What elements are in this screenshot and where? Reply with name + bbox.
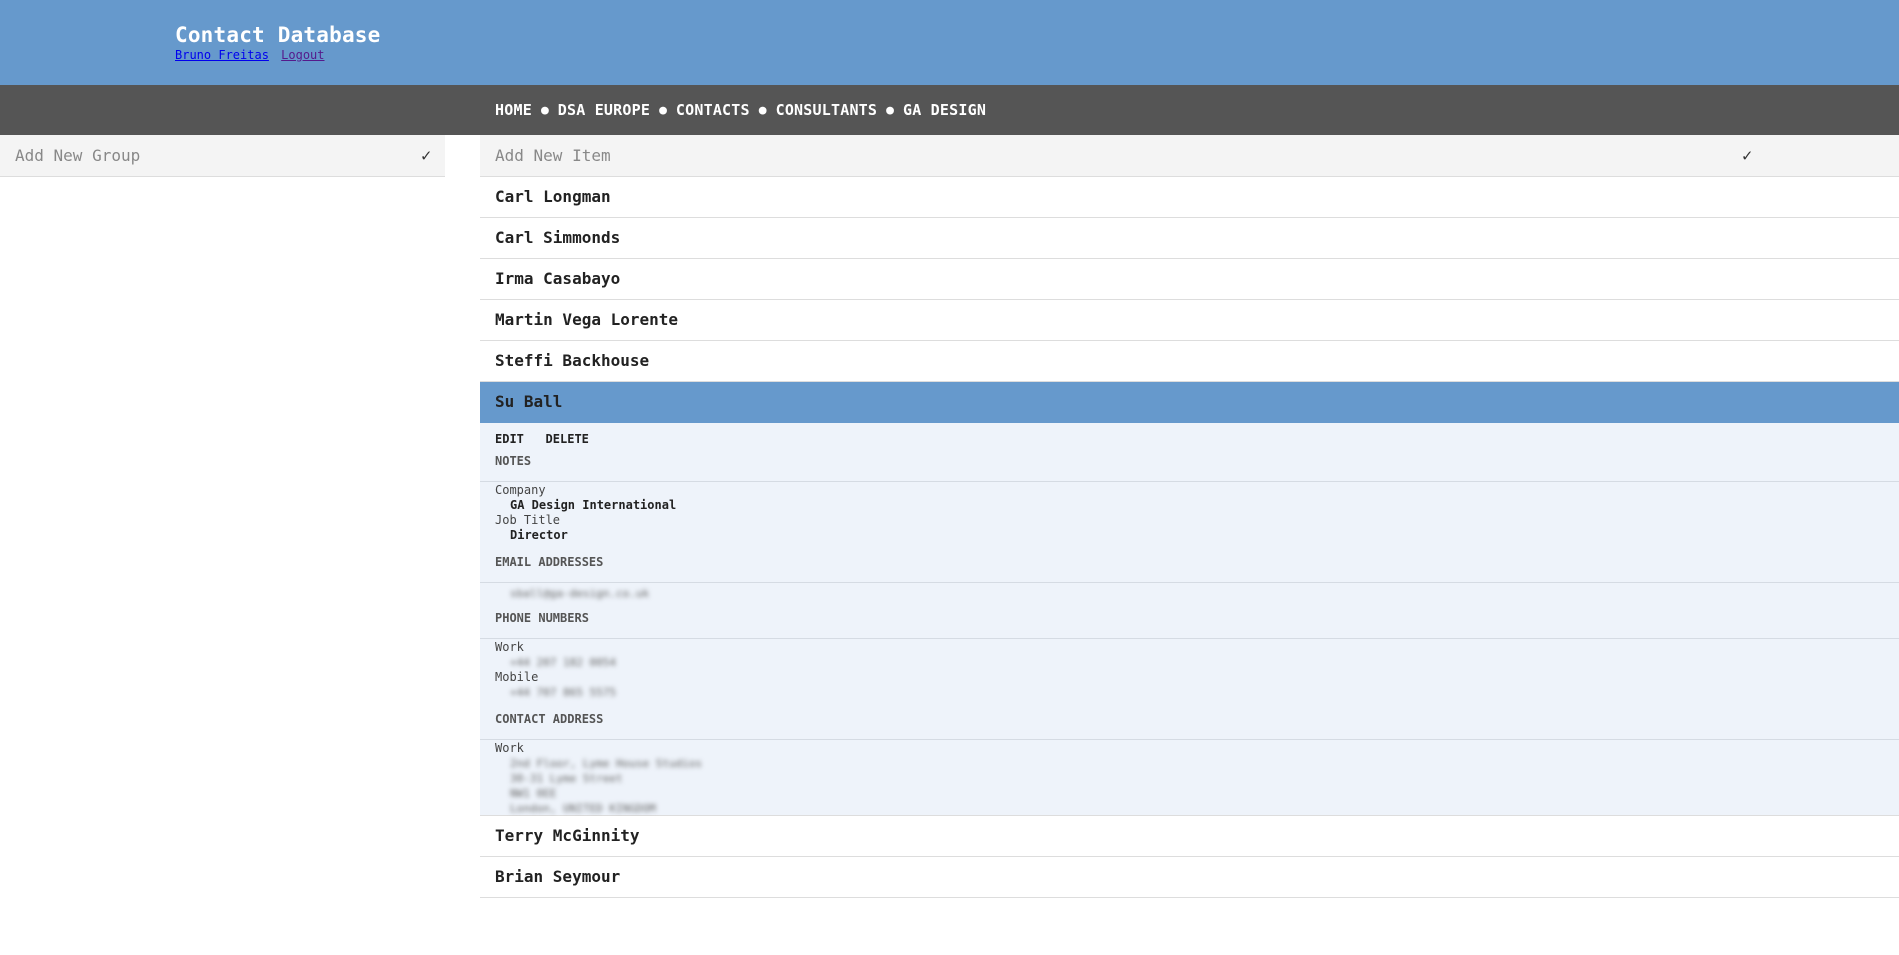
divider <box>480 481 1899 482</box>
address-label: Work <box>495 741 524 755</box>
user-profile-link[interactable]: Bruno Freitas <box>175 48 269 62</box>
work-phone-label: Work <box>495 640 524 654</box>
contact-name: Steffi Backhouse <box>495 351 650 370</box>
divider <box>480 638 1899 639</box>
contact-name: Terry McGinnity <box>495 826 640 845</box>
mobile-phone-label: Mobile <box>495 670 539 684</box>
contact-row[interactable]: Carl Simmonds <box>480 218 1899 259</box>
job-title-label: Job Title <box>495 513 561 527</box>
add-group-input[interactable] <box>15 135 415 176</box>
contact-name: Brian Seymour <box>495 867 621 886</box>
divider <box>480 739 1899 740</box>
contact-name: Carl Longman <box>495 187 611 206</box>
delete-button[interactable]: DELETE <box>546 432 589 446</box>
address-heading: CONTACT ADDRESS <box>495 712 604 726</box>
contact-row[interactable]: Steffi Backhouse <box>480 341 1899 382</box>
edit-button[interactable]: EDIT <box>495 432 524 446</box>
contact-detail-panel: EDIT DELETE NOTES Company GA Design Inte… <box>480 423 1899 816</box>
groups-panel: ✓ <box>0 135 445 177</box>
nav-item-ga-design[interactable]: GA DESIGN <box>903 101 986 119</box>
contact-row[interactable]: Terry McGinnity <box>480 816 1899 857</box>
nav-list: HOME ● DSA EUROPE ● CONTACTS ● CONSULTAN… <box>495 85 986 135</box>
work-phone-value: +44 207 182 0054 <box>510 656 616 669</box>
detail-actions: EDIT DELETE <box>495 428 601 447</box>
contact-row-selected[interactable]: Su Ball <box>480 382 1899 423</box>
contact-name: Martin Vega Lorente <box>495 310 679 329</box>
contact-row[interactable]: Carl Longman <box>480 177 1899 218</box>
confirm-add-group-icon[interactable]: ✓ <box>421 146 431 166</box>
app-header: Contact Database Bruno Freitas Logout <box>0 0 1899 85</box>
nav-separator: ● <box>758 102 767 118</box>
email-value: sball@ga-design.co.uk <box>510 587 650 600</box>
address-line: 30-31 Lyme Street <box>510 772 623 785</box>
address-line: 2nd Floor, Lyme House Studios <box>510 757 703 770</box>
nav-item-home[interactable]: HOME <box>495 101 532 119</box>
contacts-panel: ✓ Carl Longman Carl Simmonds Irma Casaba… <box>480 135 1899 898</box>
address-line: NW1 0EE <box>510 787 557 800</box>
mobile-phone-value: +44 707 865 5575 <box>510 686 616 699</box>
nav-item-dsa-europe[interactable]: DSA EUROPE <box>558 101 650 119</box>
contact-row[interactable]: Irma Casabayo <box>480 259 1899 300</box>
nav-item-consultants[interactable]: CONSULTANTS <box>776 101 878 119</box>
logout-link[interactable]: Logout <box>281 48 324 62</box>
nav-separator: ● <box>659 102 667 118</box>
job-title-value: Director <box>510 528 568 542</box>
nav-separator: ● <box>540 102 549 118</box>
notes-heading: NOTES <box>495 454 532 468</box>
address-line: London, UNITED KINGDOM <box>510 802 656 815</box>
add-group-row: ✓ <box>0 135 445 177</box>
user-links: Bruno Freitas Logout <box>175 48 325 62</box>
email-heading: EMAIL ADDRESSES <box>495 555 604 569</box>
contact-name: Su Ball <box>495 392 563 411</box>
contact-name: Irma Casabayo <box>495 269 621 288</box>
add-item-input[interactable] <box>495 135 1795 176</box>
contact-row[interactable]: Martin Vega Lorente <box>480 300 1899 341</box>
company-label: Company <box>495 483 546 497</box>
app-title: Contact Database <box>175 23 381 47</box>
add-item-row: ✓ <box>480 135 1899 177</box>
divider <box>480 582 1899 583</box>
company-value: GA Design International <box>510 498 677 512</box>
phone-heading: PHONE NUMBERS <box>495 611 589 625</box>
main-nav: HOME ● DSA EUROPE ● CONTACTS ● CONSULTAN… <box>0 85 1899 135</box>
confirm-add-item-icon[interactable]: ✓ <box>1742 146 1752 166</box>
contact-name: Carl Simmonds <box>495 228 621 247</box>
nav-separator: ● <box>886 102 894 118</box>
nav-item-contacts[interactable]: CONTACTS <box>676 101 750 119</box>
contact-row[interactable]: Brian Seymour <box>480 857 1899 898</box>
